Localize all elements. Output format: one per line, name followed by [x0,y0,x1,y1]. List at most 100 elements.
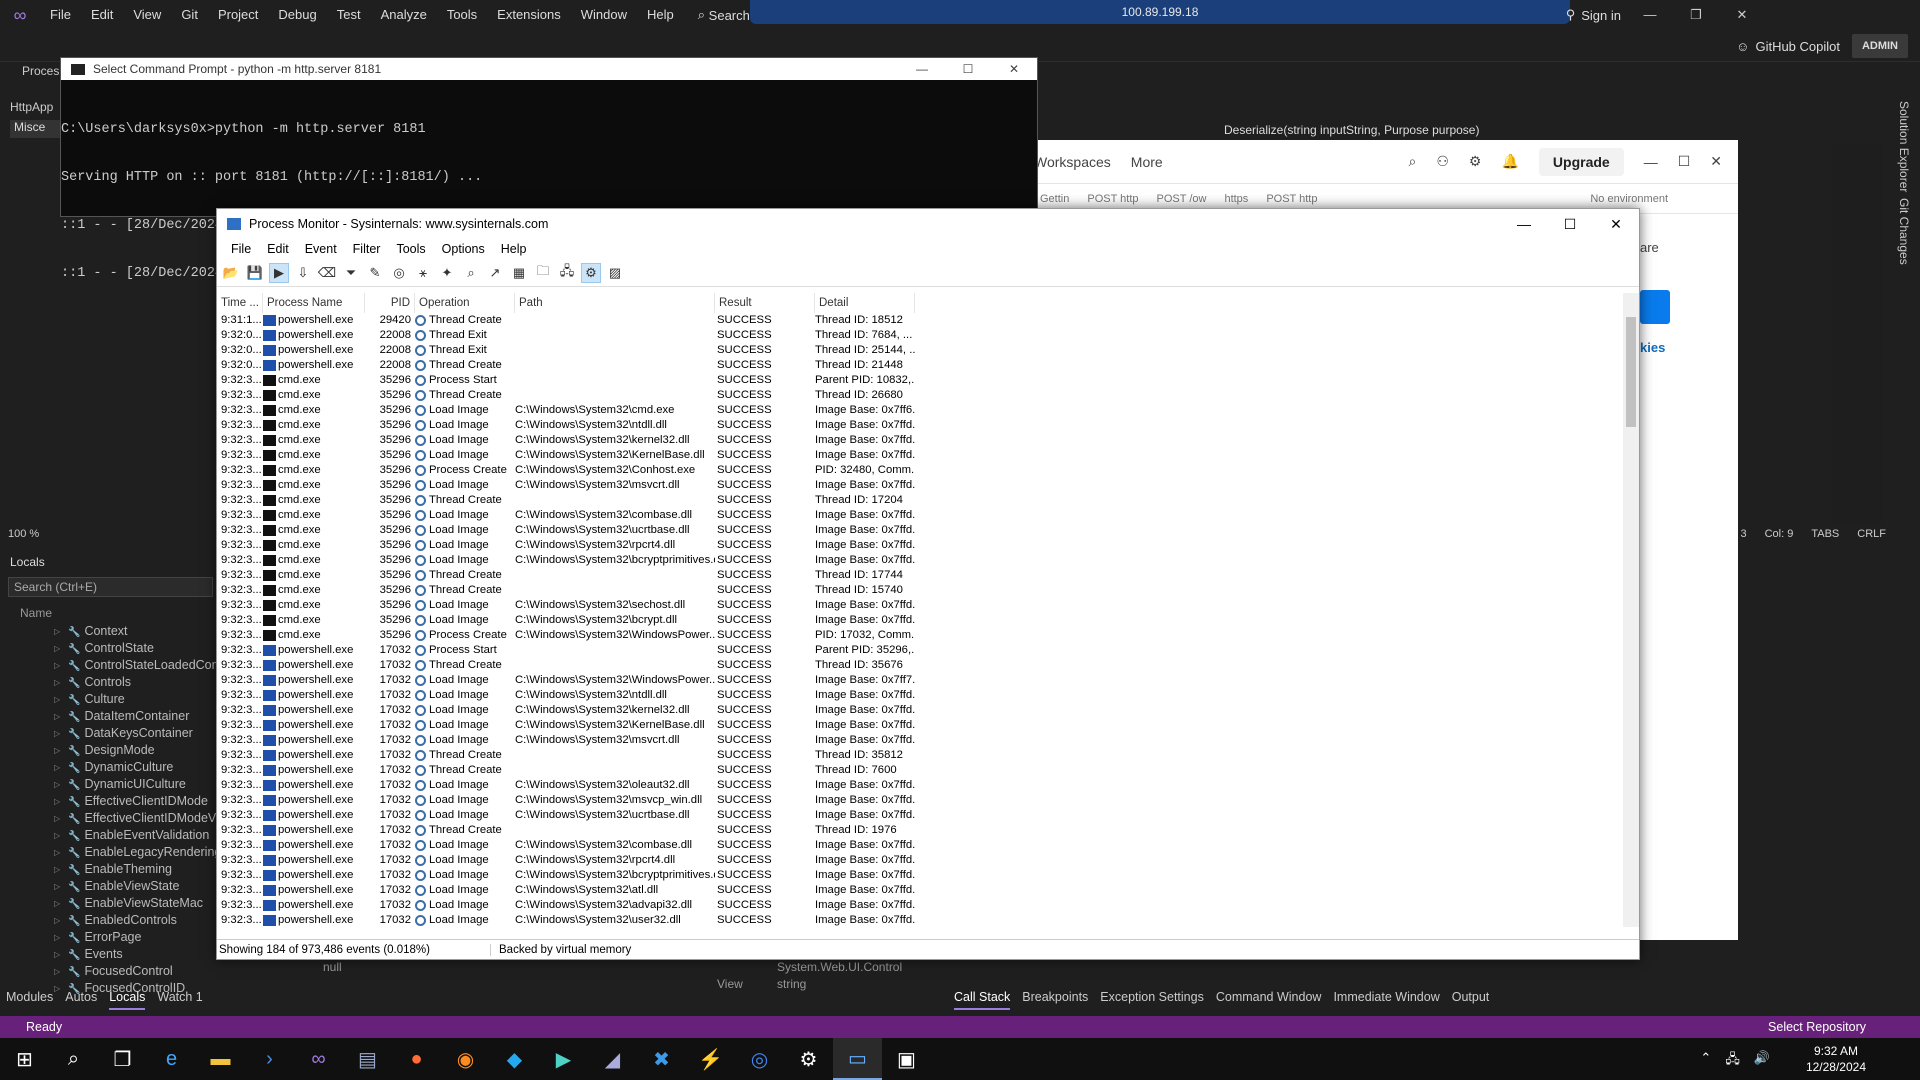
tab-command-window[interactable]: Command Window [1216,990,1322,1010]
expand-icon[interactable]: ▷ [54,674,60,691]
more-menu[interactable]: More [1131,154,1163,170]
event-row[interactable]: 9:31:1... powershell.exe 29420 Thread Creat… [217,313,1625,328]
col-pid[interactable]: PID [365,293,415,313]
expand-icon[interactable]: ▷ [54,963,60,980]
event-row[interactable]: 9:32:3... cmd.exe 35296 Load Image C:\Window… [217,403,1625,418]
expand-icon[interactable]: ▷ [54,691,60,708]
save-icon[interactable]: 💾 [245,263,265,283]
autoscroll-icon[interactable]: ⇩ [293,263,313,283]
network-icon[interactable]: 🖧 [1725,1050,1740,1072]
properties-icon[interactable]: ✦ [437,263,457,283]
event-row[interactable]: 9:32:3... cmd.exe 35296 Load Image C:\Window… [217,523,1625,538]
event-row[interactable]: 9:32:3... powershell.exe 17032 Thread Creat… [217,823,1625,838]
procmon-menu-options[interactable]: Options [434,242,493,256]
share-button[interactable]: are [1640,240,1659,255]
chevron-up-icon[interactable]: ⌃ [1700,1050,1711,1072]
event-row[interactable]: 9:32:3... powershell.exe 17032 Load Image C:… [217,688,1625,703]
procmon-menu-filter[interactable]: Filter [345,242,389,256]
tab-immediate-window[interactable]: Immediate Window [1333,990,1439,1010]
maximize-icon[interactable]: ☐ [1547,216,1593,233]
tabs-indicator[interactable]: TABS [1811,528,1839,540]
expand-icon[interactable]: ▷ [54,878,60,895]
locals-search-input[interactable]: Search (Ctrl+E) [8,577,213,597]
procmon-event-grid[interactable]: Time ... Process Name PID Operation Path… [217,293,1625,927]
vs-menu-help[interactable]: Help [637,0,684,30]
volume-icon[interactable]: 🔊 [1754,1050,1770,1072]
firefox-icon[interactable]: ◉ [441,1038,490,1080]
search-icon[interactable]: ⌕ [49,1038,98,1080]
restore-icon[interactable]: ☐ [1678,153,1691,170]
col-path[interactable]: Path [515,293,715,313]
bell-icon[interactable]: 🔔 [1501,153,1518,170]
event-row[interactable]: 9:32:3... powershell.exe 17032 Load Image C:… [217,868,1625,883]
gear-icon[interactable]: ⚙ [1469,153,1482,170]
postman-icon[interactable]: ● [392,1038,441,1080]
event-row[interactable]: 9:32:3... powershell.exe 17032 Thread Creat… [217,658,1625,673]
event-row[interactable]: 9:32:3... powershell.exe 17032 Load Image C:… [217,673,1625,688]
line-ending-indicator[interactable]: CRLF [1857,528,1886,540]
expand-icon[interactable]: ▷ [54,759,60,776]
expand-icon[interactable]: ▷ [54,827,60,844]
powershell-icon[interactable]: › [245,1038,294,1080]
app-icon[interactable]: ◢ [588,1038,637,1080]
network-icon[interactable]: 🖧 [557,263,577,283]
close-icon[interactable]: ✕ [1710,153,1722,170]
vscode-icon[interactable]: ◆ [490,1038,539,1080]
cookies-link[interactable]: kies [1640,340,1665,355]
app-icon[interactable]: ▶ [539,1038,588,1080]
col-process-name[interactable]: Process Name [263,293,365,313]
request-tab[interactable]: POST http [1087,193,1138,205]
minimize-icon[interactable]: — [1644,154,1658,170]
process-activity-icon[interactable]: ⚙ [581,262,601,283]
find-icon[interactable]: ⌕ [461,263,481,283]
minimize-icon[interactable]: — [899,62,945,76]
expand-icon[interactable]: ▷ [54,725,60,742]
event-row[interactable]: 9:32:3... powershell.exe 17032 Load Image C:… [217,808,1625,823]
tab-exception-settings[interactable]: Exception Settings [1100,990,1204,1010]
vs-menu-git[interactable]: Git [171,0,208,30]
open-icon[interactable]: 📂 [221,263,241,283]
terminal-icon[interactable]: ▣ [882,1038,931,1080]
tab-call-stack[interactable]: Call Stack [954,990,1011,1010]
event-row[interactable]: 9:32:3... cmd.exe 35296 Load Image C:\Window… [217,448,1625,463]
expand-icon[interactable]: ▷ [54,657,60,674]
edge-icon[interactable]: e [147,1038,196,1080]
vs-menu-extensions[interactable]: Extensions [487,0,571,30]
workspaces-menu[interactable]: Workspaces [1034,154,1111,170]
restore-icon[interactable]: ❐ [1673,0,1719,30]
maximize-icon[interactable]: ☐ [945,62,991,76]
tab-watch1[interactable]: Watch 1 [157,990,202,1010]
scrollbar-thumb[interactable] [1626,317,1636,427]
event-row[interactable]: 9:32:3... powershell.exe 17032 Load Image C:… [217,898,1625,913]
event-row[interactable]: 9:32:3... cmd.exe 35296 Load Image C:\Window… [217,418,1625,433]
select-repository-button[interactable]: Select Repository [1768,1020,1866,1034]
vs-menu-tools[interactable]: Tools [437,0,487,30]
tab-httpapp[interactable]: HttpApp [10,100,53,114]
app-icon[interactable]: ⚡ [686,1038,735,1080]
event-row[interactable]: 9:32:3... cmd.exe 35296 Process Create C:\Wi… [217,463,1625,478]
event-row[interactable]: 9:32:3... powershell.exe 17032 Load Image C:… [217,778,1625,793]
expand-icon[interactable]: ▷ [54,929,60,946]
close-icon[interactable]: ✕ [1719,0,1765,30]
event-row[interactable]: 9:32:3... cmd.exe 35296 Load Image C:\Window… [217,478,1625,493]
method-navigation-dropdown[interactable]: Deserialize(string inputString, Purpose … [1212,121,1832,139]
vs-menu-edit[interactable]: Edit [81,0,123,30]
filesystem-icon[interactable]: 🗀 [533,263,553,283]
expand-icon[interactable]: ▷ [54,844,60,861]
profiling-icon[interactable]: ▨ [605,263,625,283]
tab-misc[interactable]: Misce [10,120,60,138]
add-user-icon[interactable]: ⚇ [1436,153,1449,170]
request-tab[interactable]: Gettin [1040,193,1069,205]
col-time[interactable]: Time ... [217,293,263,313]
visual-studio-icon[interactable]: ∞ [294,1038,343,1080]
request-tab[interactable]: POST /ow [1157,193,1207,205]
event-row[interactable]: 9:32:3... cmd.exe 35296 Load Image C:\Window… [217,613,1625,628]
event-row[interactable]: 9:32:3... powershell.exe 17032 Load Image C:… [217,703,1625,718]
event-row[interactable]: 9:32:3... cmd.exe 35296 Thread Create SUCCES… [217,493,1625,508]
procmon-menu-edit[interactable]: Edit [259,242,297,256]
expand-icon[interactable]: ▷ [54,623,60,640]
expand-icon[interactable]: ▷ [54,640,60,657]
expand-icon[interactable]: ▷ [54,793,60,810]
event-row[interactable]: 9:32:3... cmd.exe 35296 Load Image C:\Window… [217,538,1625,553]
upgrade-button[interactable]: Upgrade [1538,147,1624,176]
